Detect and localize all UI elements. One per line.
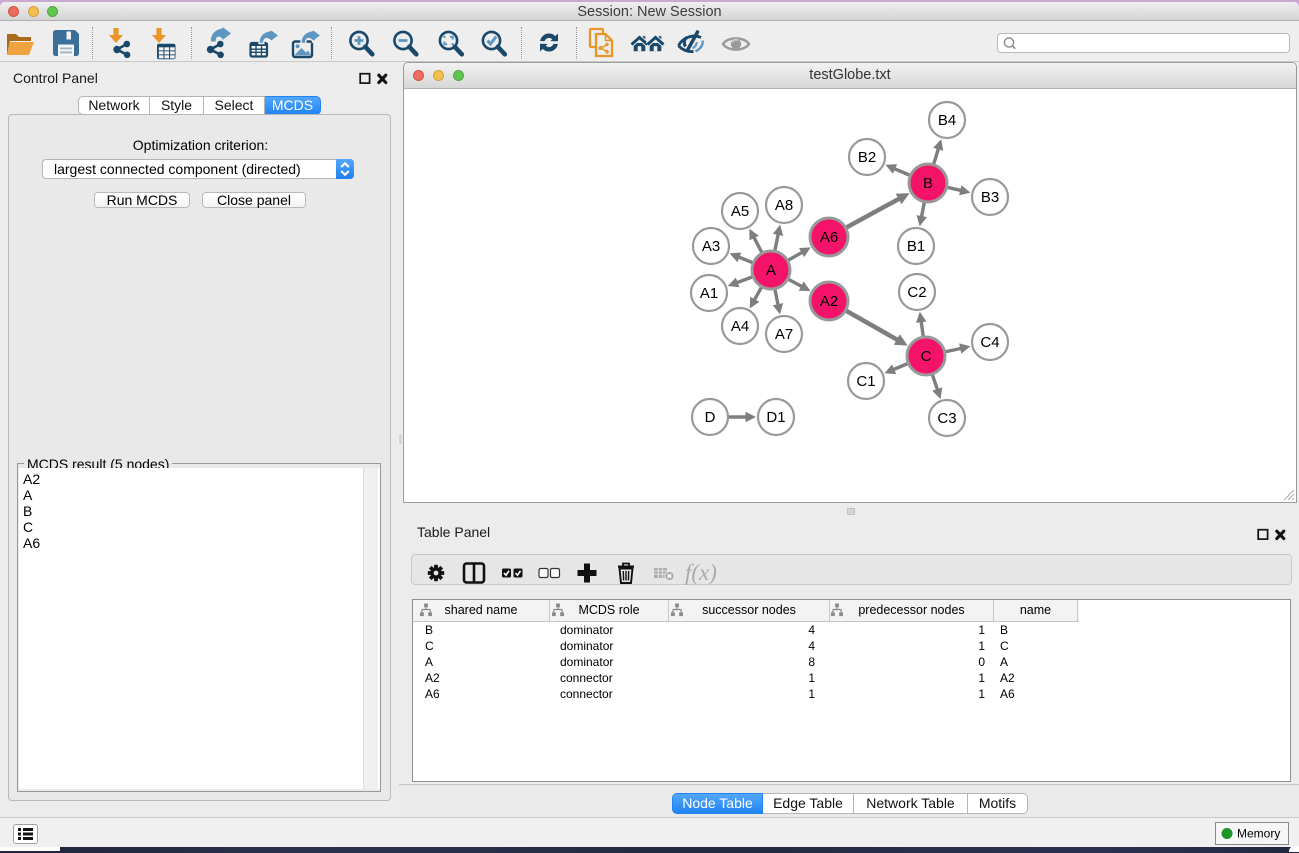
svg-text:B4: B4 — [938, 112, 956, 129]
svg-text:Memory: Memory — [1237, 827, 1280, 841]
svg-text:A4: A4 — [731, 318, 749, 335]
svg-text:A7: A7 — [775, 326, 793, 343]
svg-text:A3: A3 — [702, 238, 720, 255]
svg-text:A: A — [766, 262, 776, 279]
svg-text:B1: B1 — [907, 238, 925, 255]
svg-text:A8: A8 — [775, 197, 793, 214]
svg-text:A1: A1 — [700, 285, 718, 302]
svg-text:A6: A6 — [820, 229, 838, 246]
svg-text:C: C — [921, 348, 932, 365]
svg-text:C1: C1 — [856, 373, 875, 390]
svg-text:C3: C3 — [937, 410, 956, 427]
svg-text:B: B — [923, 175, 933, 192]
svg-text:A2: A2 — [820, 293, 838, 310]
svg-text:B3: B3 — [981, 189, 999, 206]
svg-text:D: D — [705, 409, 716, 426]
svg-text:C2: C2 — [907, 284, 926, 301]
svg-text:A5: A5 — [731, 203, 749, 220]
svg-text:D1: D1 — [766, 409, 785, 426]
svg-text:f(x): f(x) — [685, 560, 717, 585]
svg-text:B2: B2 — [858, 149, 876, 166]
svg-text:C4: C4 — [980, 334, 999, 351]
